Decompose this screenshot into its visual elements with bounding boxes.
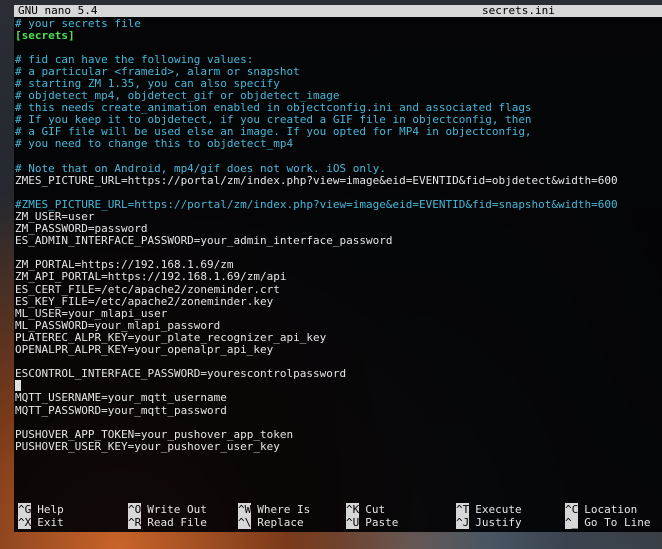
shortcut-paste[interactable]: ^U Paste (346, 515, 399, 529)
config-line[interactable]: ZMES_PICTURE_URL=https://portal/zm/index… (15, 174, 661, 187)
shortcut-label: Replace (257, 515, 304, 529)
editor-text-area[interactable]: # your secrets file [secrets] # fid can ha… (15, 17, 661, 453)
shortcut-label: Where Is (257, 503, 311, 516)
comment-line[interactable]: # you need to change this to objdetect_m… (15, 138, 661, 150)
shortcut-cut[interactable]: ^K Cut (346, 503, 386, 516)
shortcut-key: ^T (456, 503, 470, 516)
shortcut-write-out[interactable]: ^O Write Out (128, 503, 207, 516)
config-line[interactable]: ESCONTROL_INTERFACE_PASSWORD=yourescontr… (15, 368, 661, 380)
section-header-line[interactable]: [secrets] (15, 29, 661, 42)
shortcut-key: ^X (18, 515, 32, 529)
comment-line[interactable]: # your secrets file (15, 17, 661, 30)
shortcut-label: Execute (475, 503, 522, 516)
shortcut-key: ^W (238, 503, 252, 516)
shortcut-location[interactable]: ^C Location (565, 503, 638, 516)
comment-line[interactable]: #ZMES_PICTURE_URL=https://portal/zm/inde… (15, 198, 661, 211)
shortcut-label: Cut (365, 503, 386, 516)
app-name: GNU nano 5.4 (18, 5, 98, 17)
config-line[interactable]: MQTT_PASSWORD=your_mqtt_password (15, 404, 661, 417)
shortcut-label: Write Out (147, 503, 207, 516)
config-line[interactable]: ZM_API_PORTAL=https://192.168.1.69/zm/ap… (15, 271, 661, 283)
shortcut-key: ^J (456, 515, 470, 529)
config-line[interactable]: ES_CERT_FILE=/etc/apache2/zoneminder.crt (15, 283, 661, 296)
shortcut-go-to-line[interactable]: ^_ Go To Line (565, 515, 651, 529)
config-line[interactable]: MQTT_USERNAME=your_mqtt_username (15, 392, 661, 404)
shortcut-read-file[interactable]: ^R Read File (128, 515, 207, 529)
shortcut-key: ^\ (238, 515, 252, 529)
shortcut-key: ^U (346, 515, 360, 529)
config-line[interactable]: OPENALPR_ALPR_KEY=your_openalpr_api_key (15, 343, 661, 356)
shortcut-justify[interactable]: ^J Justify (456, 515, 522, 529)
shortcut-where-is[interactable]: ^W Where Is (238, 503, 311, 516)
shortcut-key: ^G (18, 503, 32, 516)
shortcut-key: ^_ (565, 515, 579, 529)
config-line[interactable]: ES_ADMIN_INTERFACE_PASSWORD=your_admin_i… (15, 235, 661, 247)
nano-title-bar: GNU nano 5.4 secrets.ini (14, 5, 662, 17)
file-name: secrets.ini (482, 5, 555, 17)
config-line[interactable] (15, 151, 661, 163)
desktop-background: GNU nano 5.4 secrets.ini # your secrets … (0, 0, 662, 549)
shortcut-key: ^K (346, 503, 360, 516)
shortcut-execute[interactable]: ^T Execute (456, 503, 522, 516)
shortcut-bar: ^G Help ^O Write Out ^W Where Is ^K Cut ^T Execut… (14, 503, 662, 530)
shortcut-label: Go To Line (584, 515, 651, 529)
config-line[interactable] (15, 417, 661, 429)
shortcut-label: Location (584, 503, 638, 516)
config-line[interactable] (15, 42, 661, 54)
shortcut-key: ^O (128, 503, 142, 516)
shortcut-key: ^R (128, 515, 142, 529)
config-line[interactable]: PUSHOVER_USER_KEY=your_pushover_user_key (15, 440, 661, 453)
shortcut-key: ^C (565, 503, 579, 516)
shortcut-label: Paste (365, 515, 399, 529)
comment-line[interactable]: # Note that on Android, mp4/gif does not… (15, 162, 661, 175)
shortcut-label: Justify (475, 515, 522, 529)
terminal-window[interactable]: GNU nano 5.4 secrets.ini # your secrets … (14, 5, 662, 532)
text-cursor (15, 380, 21, 392)
shortcut-replace[interactable]: ^\ Replace (238, 515, 304, 529)
shortcut-label: Exit (37, 515, 64, 529)
shortcut-label: Help (37, 503, 64, 516)
config-line[interactable]: ES_KEY_FILE=/etc/apache2/zoneminder.key (15, 295, 661, 308)
shortcut-exit[interactable]: ^X Exit (18, 515, 64, 529)
config-line[interactable]: PUSHOVER_APP_TOKEN=your_pushover_app_tok… (15, 428, 661, 441)
shortcut-help[interactable]: ^G Help (18, 503, 64, 516)
shortcut-label: Read File (147, 515, 207, 529)
